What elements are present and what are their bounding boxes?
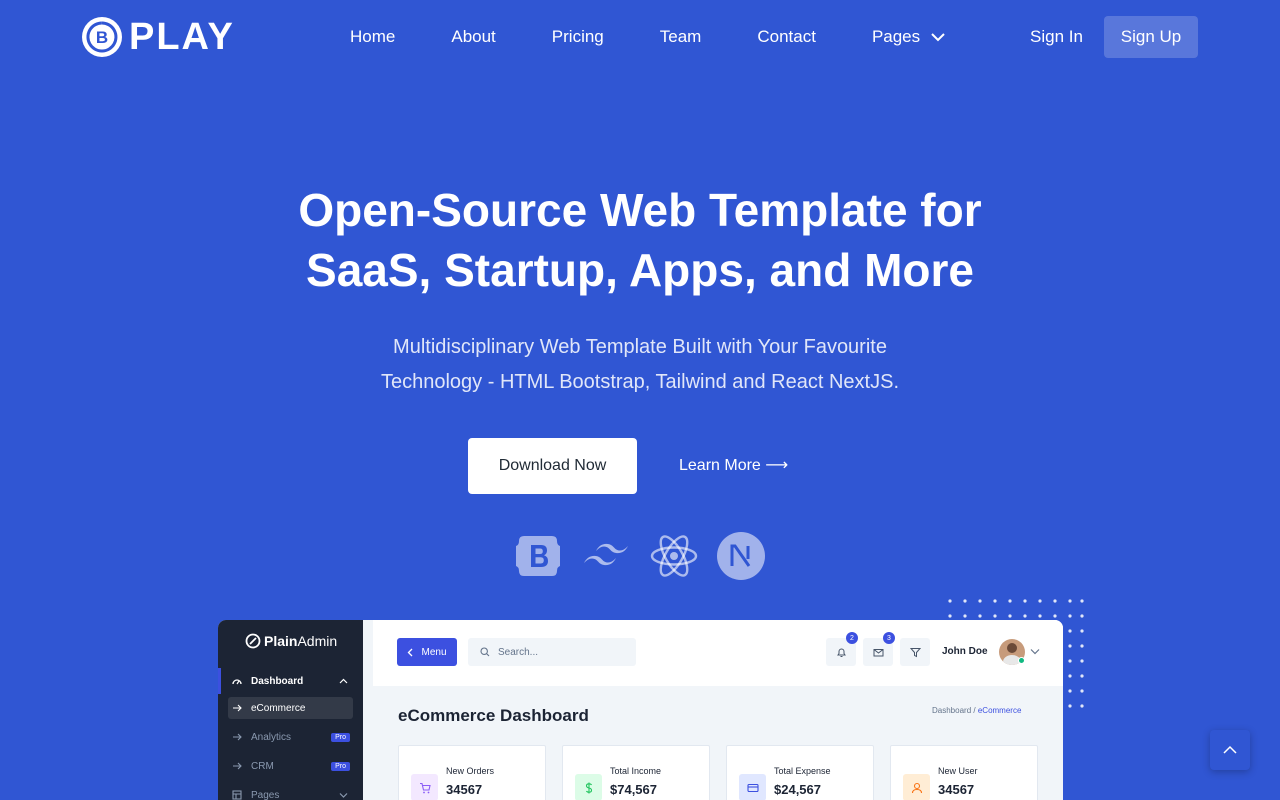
hero-subtitle-line1: Multidisciplinary Web Template Built wit… (393, 336, 887, 358)
card-value: $74,567 (610, 782, 657, 797)
arrow-right-icon (233, 704, 242, 712)
stat-card-total-expense: Total Expense $24,567 (726, 745, 874, 800)
user-icon (903, 774, 930, 800)
preview-logo-bold: Plain (264, 633, 298, 649)
plainadmin-logo-icon (245, 633, 261, 649)
chevron-up-icon (339, 678, 348, 684)
breadcrumb-current: eCommerce (977, 706, 1022, 715)
bootstrap-icon[interactable] (514, 532, 562, 580)
filter-button (900, 638, 930, 666)
brand-logo[interactable]: B PLAY (82, 17, 235, 57)
card-label: New Orders (446, 766, 495, 776)
stat-card-total-income: Total Income $74,567 (562, 745, 710, 800)
dashboard-icon (232, 679, 242, 685)
preview-sidebar: Plain Admin Dashboard eCommerce Analytic… (218, 620, 363, 800)
hero-title-line2: SaaS, Startup, Apps, and More (306, 244, 974, 296)
site-header: B PLAY Home About Pricing Team Contact P… (0, 0, 1280, 74)
bell-icon (836, 648, 846, 657)
chevron-down-icon (1030, 649, 1040, 655)
nav-pages-label: Pages (871, 27, 921, 46)
arrow-right-icon (233, 733, 242, 741)
react-icon[interactable] (650, 532, 698, 580)
online-status-dot (1018, 657, 1025, 664)
filter-icon (909, 647, 921, 657)
preview-logo: Plain Admin (245, 633, 337, 649)
preview-menu-button: Menu (397, 638, 457, 666)
card-label: New User (938, 766, 978, 776)
brand-name: PLAY (129, 16, 235, 58)
sidebar-item-ecommerce: eCommerce (228, 697, 353, 719)
nav-about[interactable]: About (451, 26, 495, 48)
dollar-icon (575, 774, 602, 800)
card-icon (739, 774, 766, 800)
card-label: Total Expense (774, 766, 831, 776)
chevron-up-icon (1223, 745, 1237, 754)
preview-logo-light: Admin (297, 633, 338, 649)
dashboard-preview-image: Plain Admin Dashboard eCommerce Analytic… (218, 620, 1063, 800)
nav-pricing[interactable]: Pricing (552, 26, 604, 48)
logo-mark-icon: B (82, 17, 122, 57)
hero-title-line1: Open-Source Web Template for (298, 184, 982, 236)
card-label: Total Income (610, 766, 662, 776)
learn-more-link[interactable]: Learn More ⟶ (679, 456, 788, 476)
nextjs-icon[interactable] (717, 532, 765, 580)
sign-up-button[interactable]: Sign Up (1104, 16, 1198, 58)
sidebar-item-label: CRM (251, 760, 274, 772)
chevron-down-icon (931, 33, 945, 42)
sidebar-item-label: Dashboard (251, 675, 304, 687)
message-badge: 3 (883, 632, 895, 644)
main-nav: Home About Pricing Team Contact Pages (350, 26, 946, 48)
nav-pages-dropdown[interactable]: Pages (872, 26, 946, 48)
active-indicator (218, 668, 221, 694)
breadcrumb: Dashboard / eCommerce (932, 706, 1021, 715)
card-value: 34567 (446, 782, 483, 797)
preview-search-input: Search... (468, 638, 636, 666)
preview-user-name: John Doe (942, 646, 988, 657)
mail-icon (873, 648, 883, 656)
sidebar-item-analytics: Analytics Pro (232, 726, 354, 748)
hero-subtitle-line2: Technology - HTML Bootstrap, Tailwind an… (380, 371, 900, 393)
arrow-right-icon (233, 762, 242, 770)
pro-badge: Pro (331, 732, 350, 742)
search-placeholder: Search... (498, 646, 539, 658)
chevron-down-icon (339, 793, 348, 798)
hero-title: Open-Source Web Template for SaaS, Start… (0, 180, 1280, 300)
preview-page-title: eCommerce Dashboard (398, 706, 589, 725)
pages-icon (232, 790, 242, 800)
card-value: $24,567 (774, 782, 821, 797)
sidebar-item-crm: CRM Pro (232, 755, 354, 777)
sidebar-item-pages: Pages (232, 784, 354, 800)
stat-card-new-orders: New Orders 34567 (398, 745, 546, 800)
logo-mark-letter: B (96, 28, 108, 47)
download-now-button[interactable]: Download Now (468, 438, 637, 494)
tailwind-icon[interactable] (582, 532, 630, 580)
notification-button: 2 (826, 632, 858, 666)
menu-label: Menu (421, 646, 447, 658)
breadcrumb-separator: / (973, 706, 976, 715)
pro-badge: Pro (331, 761, 350, 771)
notification-badge: 2 (846, 632, 858, 644)
messages-button: 3 (863, 632, 895, 666)
hero-subtitle: Multidisciplinary Web Template Built wit… (0, 330, 1280, 400)
nav-team[interactable]: Team (660, 26, 702, 48)
sidebar-item-dashboard: Dashboard (232, 670, 354, 692)
nav-home[interactable]: Home (350, 26, 395, 48)
scroll-to-top-button[interactable] (1210, 730, 1250, 770)
sidebar-item-label: Pages (251, 789, 280, 800)
search-icon (480, 647, 490, 657)
sign-in-link[interactable]: Sign In (1030, 26, 1083, 48)
breadcrumb-root: Dashboard (932, 706, 972, 715)
card-value: 34567 (938, 782, 975, 797)
preview-topbar: Menu Search... 2 3 John Doe (373, 620, 1063, 686)
stat-card-new-user: New User 34567 (890, 745, 1038, 800)
sidebar-item-label: Analytics (251, 731, 292, 743)
cart-icon (411, 774, 438, 800)
sidebar-item-label: eCommerce (251, 702, 306, 714)
chevron-left-icon (408, 648, 413, 656)
nav-contact[interactable]: Contact (757, 26, 816, 48)
